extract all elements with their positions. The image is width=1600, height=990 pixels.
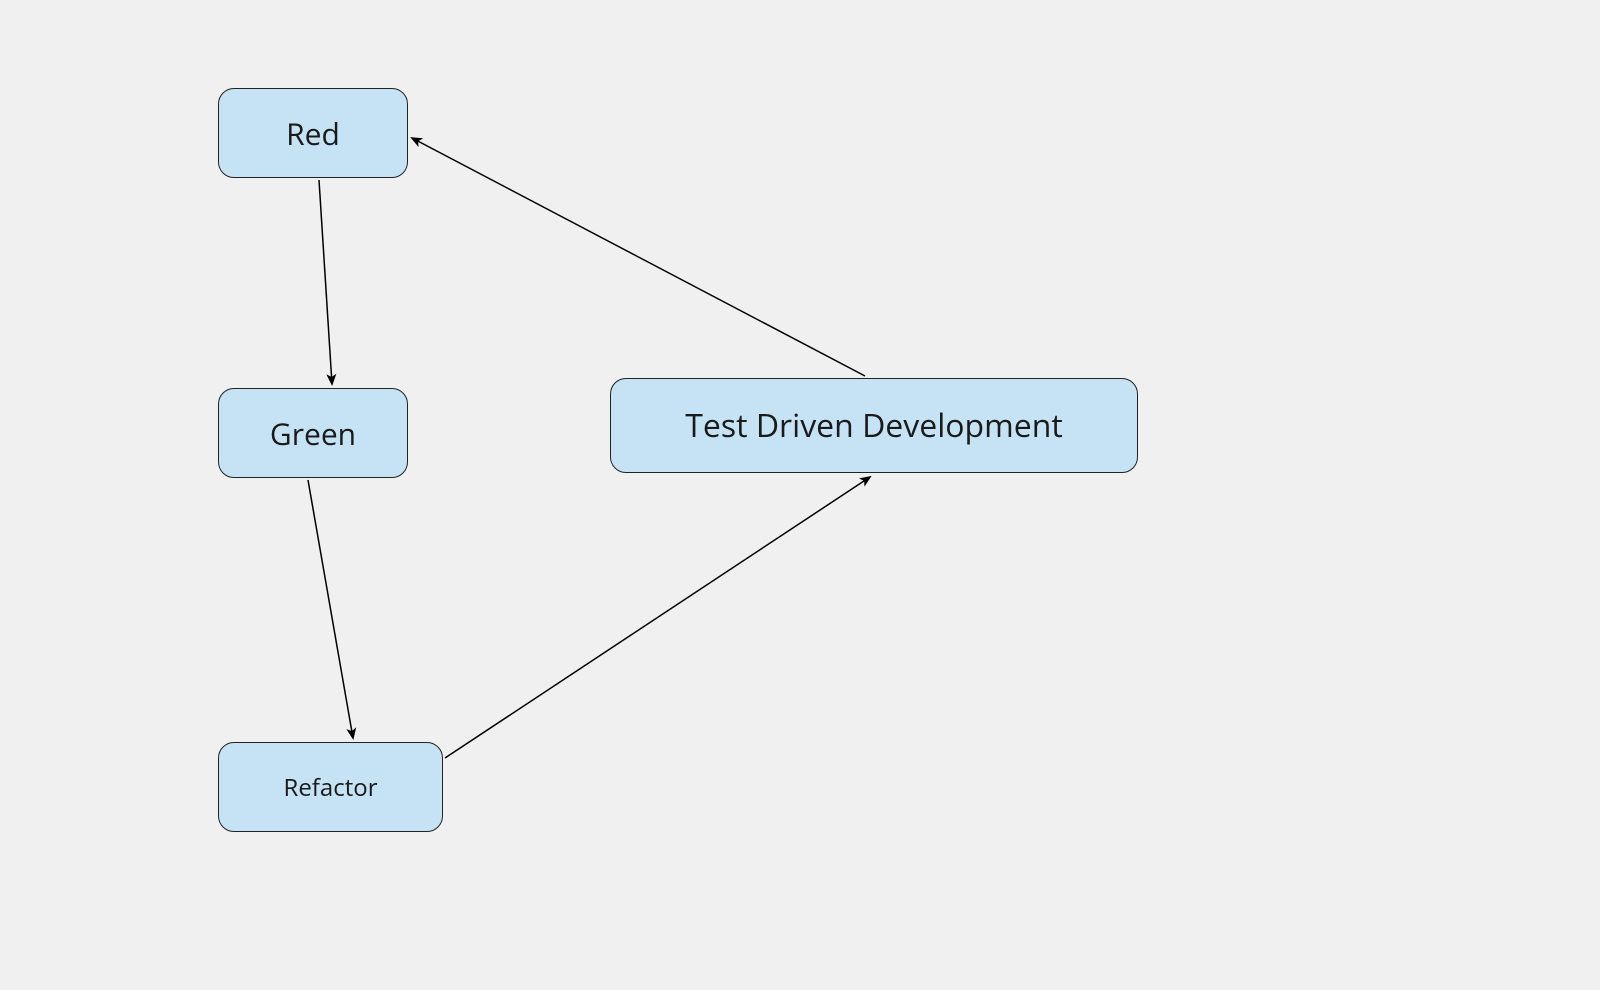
node-red-label: Red [286,113,340,154]
node-tdd: Test Driven Development [610,378,1138,473]
node-refactor: Refactor [218,742,443,832]
node-red: Red [218,88,408,178]
node-green-label: Green [270,413,356,454]
diagram-canvas: Red Green Refactor Test Driven Developme… [0,0,1600,990]
node-refactor-label: Refactor [284,771,378,804]
node-tdd-label: Test Driven Development [685,404,1063,447]
node-green: Green [218,388,408,478]
